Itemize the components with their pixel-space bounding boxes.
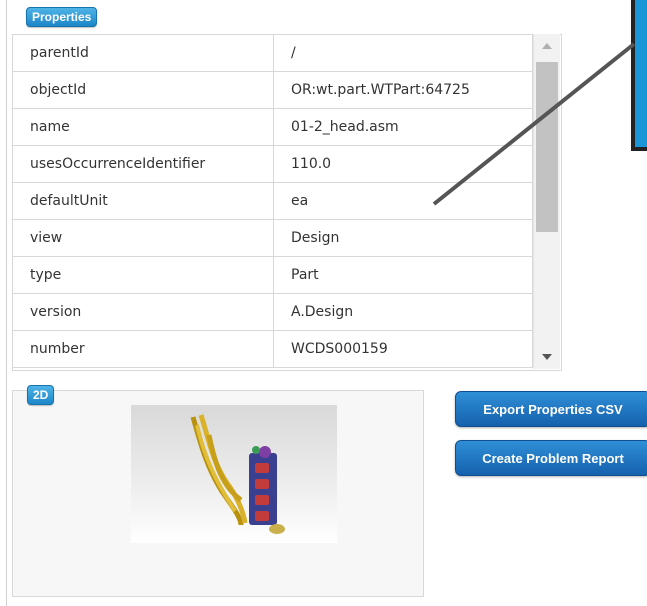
callout-pointer-line xyxy=(432,42,636,206)
